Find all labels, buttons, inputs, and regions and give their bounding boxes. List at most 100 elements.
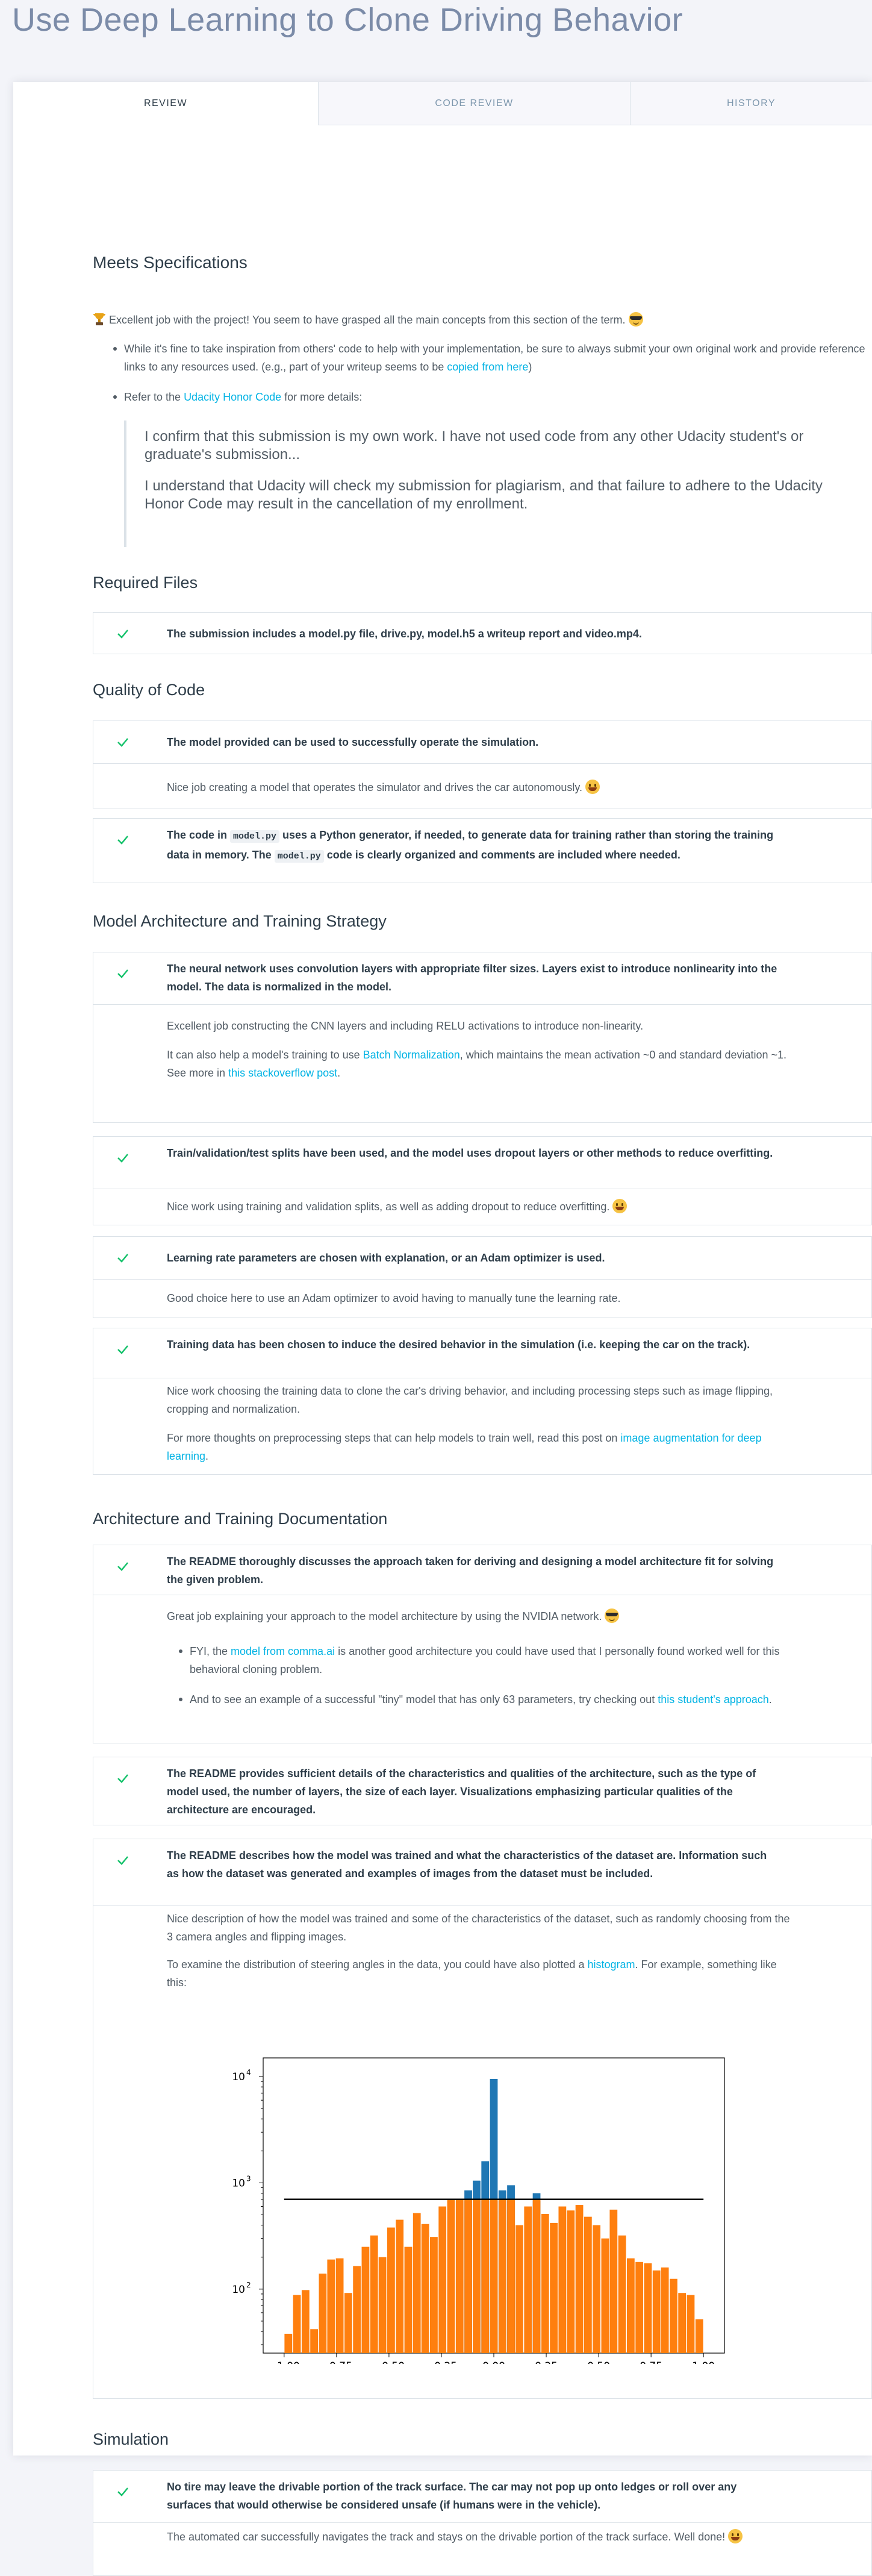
feedback-text: Nice work using training and validation … [167,1201,610,1213]
x-tick-label: 0.25 [535,2360,558,2364]
histogram-bar [335,2258,344,2353]
histogram-bar [344,2293,352,2353]
quote-paragraph-1: I confirm that this submission is my own… [145,428,804,463]
spec-card: No tire may leave the drivable portion o… [93,2470,872,2576]
y-tick-label: 10 [232,2177,245,2189]
feedback-text: To examine the distribution of steering … [167,1955,793,1992]
x-tick-label: 0.00 [482,2360,505,2364]
page-title: Use Deep Learning to Clone Driving Behav… [12,2,684,38]
histogram-bar [669,2278,677,2353]
histogram-bar [447,2199,455,2353]
criterion-text: code is clearly organized and comments a… [323,849,680,861]
y-tick-label: 10 [232,2284,245,2296]
histogram-bar [550,2222,558,2353]
section-heading-documentation: Architecture and Training Documentation [93,1510,388,1528]
intro-text: Excellent job with the project! You seem… [109,314,626,326]
y-axis-ticks: 10 210 310 4 [232,2068,263,2345]
spec-card: The neural network uses convolution laye… [93,952,872,1123]
list-item: While it's fine to take inspiration from… [113,340,871,376]
histogram-bar [473,2199,481,2353]
honor-code-quote: I confirm that this submission is my own… [124,420,867,547]
histogram-bar [438,2206,447,2353]
tab-review[interactable]: REVIEW [13,82,318,125]
spec-feedback: Nice job creating a model that operates … [93,763,871,808]
spec-feedback: Nice description of how the model was tr… [93,1905,871,2399]
feedback-text-part: . [337,1067,341,1079]
check-icon [117,1856,128,1865]
tab-code-review[interactable]: CODE REVIEW [318,82,630,125]
student-approach-link[interactable]: this student's approach [658,1693,769,1705]
histogram-bar [481,2199,490,2353]
batch-normalization-link[interactable]: Batch Normalization [363,1049,460,1061]
stackoverflow-post-link[interactable]: this stackoverflow post [228,1067,337,1079]
section-heading-model-architecture: Model Architecture and Training Strategy [93,912,387,930]
bullet-text-end: ) [528,361,532,373]
check-icon [117,630,128,639]
list-text: . [768,1693,772,1705]
x-axis-ticks: −1.00 −0.75 −0.50 −0.25 0.00 0.25 0.50 0.75 1.00 [269,2353,715,2364]
histogram-bar [626,2258,635,2353]
spec-criterion: No tire may leave the drivable portion o… [167,2481,737,2511]
feedback-text: Good choice here to use an Adam optimize… [167,1292,621,1304]
histogram-bar [404,2246,413,2353]
x-tick-label: −1.00 [269,2360,300,2364]
feedback-text: It can also help a model's training to u… [167,1046,793,1082]
spec-card: The code in model.py uses a Python gener… [93,818,872,883]
histogram-bar [310,2329,319,2353]
check-icon [117,738,128,747]
feedback-text-part: It can also help a model's training to u… [167,1049,363,1061]
spec-criterion: The README provides sufficient details o… [167,1768,756,1816]
summary-intro: Excellent job with the project! You seem… [93,311,872,329]
histogram-bar [687,2295,695,2353]
grin-emoji-icon [585,780,600,794]
histogram-bar [370,2235,378,2353]
histogram-bar [695,2319,703,2353]
copied-from-here-link[interactable]: copied from here [447,361,528,373]
section-heading-required-files: Required Files [93,574,198,592]
spec-feedback: The automated car successfully navigates… [93,2522,871,2576]
histogram-bar [293,2295,301,2353]
histogram-bar [652,2270,661,2353]
tab-history[interactable]: HISTORY [630,82,872,125]
x-tick-label: 0.75 [640,2360,662,2364]
histogram-link[interactable]: histogram [587,1959,635,1971]
list-item: Refer to the Udacity Honor Code for more… [113,388,871,406]
check-icon [117,1562,128,1571]
list-text: And to see an example of a successful "t… [190,1693,658,1705]
quote-paragraph-2: I understand that Udacity will check my … [145,478,823,512]
histogram-bar [319,2274,327,2353]
spec-criterion: Training data has been chosen to induce … [167,1339,750,1351]
steering-angle-histogram: −1.00 −0.75 −0.50 −0.25 0.00 0.25 0.50 0.75 1.00… [232,2057,725,2364]
histogram-bar [593,2225,601,2353]
histogram-bar [635,2262,644,2353]
spec-card: The README thoroughly discusses the appr… [93,1545,872,1743]
histogram-bar [515,2225,523,2353]
histogram-bar [301,2290,310,2353]
trophy-icon [93,313,105,325]
check-icon [117,1254,128,1263]
histogram-bar [532,2199,541,2353]
check-icon [117,1774,128,1783]
feedback-text: Nice job creating a model that operates … [167,781,583,793]
list-text: FYI, the [190,1645,231,1657]
x-tick-label: −0.50 [373,2360,405,2364]
x-tick-label: −0.25 [426,2360,457,2364]
spec-criterion: The neural network uses convolution laye… [167,963,777,993]
feedback-text-part: To examine the distribution of steering … [167,1959,588,1971]
histogram-bar [455,2199,464,2353]
spec-criterion: The code in model.py uses a Python gener… [167,826,781,866]
spec-card: The model provided can be used to succes… [93,721,872,808]
feedback-text: Excellent job constructing the CNN layer… [167,1020,644,1032]
list-item: And to see an example of a successful "t… [179,1690,792,1708]
sunglasses-emoji-icon [605,1608,620,1623]
check-icon [117,836,128,845]
x-tick-label: −0.75 [321,2360,352,2364]
udacity-honor-code-link[interactable]: Udacity Honor Code [184,391,281,403]
comma-ai-model-link[interactable]: model from comma.ai [231,1645,335,1657]
bullet-text: Refer to the [124,391,184,403]
feedback-text: Nice description of how the model was tr… [167,1913,790,1943]
feedback-text-part: For more thoughts on preprocessing steps… [167,1432,621,1444]
spec-feedback: Excellent job constructing the CNN layer… [93,1004,871,1123]
histogram-bar [430,2237,438,2353]
spec-card: The submission includes a model.py file,… [93,612,872,654]
